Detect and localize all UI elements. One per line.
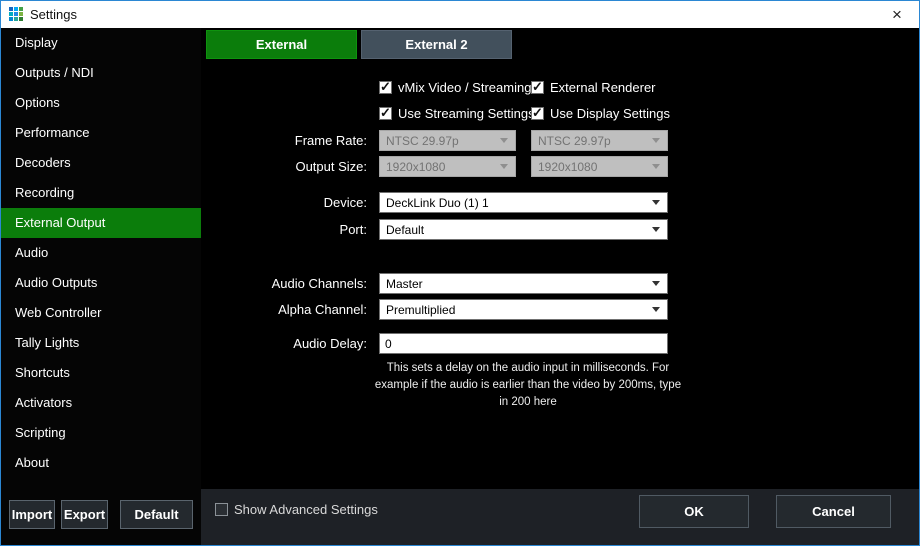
tab-external-2[interactable]: External 2 [361, 30, 512, 59]
select-value: Master [386, 277, 423, 291]
sidebar-item-scripting[interactable]: Scripting [1, 418, 201, 448]
chevron-down-icon [652, 138, 660, 143]
sidebar-item-shortcuts[interactable]: Shortcuts [1, 358, 201, 388]
checkbox-label: External Renderer [550, 80, 656, 95]
import-button[interactable]: Import [9, 500, 55, 529]
footer-bar: Show Advanced Settings OK Cancel [201, 489, 919, 545]
cancel-button[interactable]: Cancel [776, 495, 891, 528]
vmix-video-streaming-checkbox[interactable]: vMix Video / Streaming [379, 80, 531, 95]
sidebar-item-activators[interactable]: Activators [1, 388, 201, 418]
checkbox-label: Show Advanced Settings [234, 502, 378, 517]
frame-rate-select-2[interactable]: NTSC 29.97p [531, 130, 668, 151]
audio-channels-label: Audio Channels: [201, 273, 367, 294]
audio-delay-input[interactable] [379, 333, 668, 354]
default-button[interactable]: Default [120, 500, 193, 529]
select-value: NTSC 29.97p [538, 134, 611, 148]
select-value: Premultiplied [386, 303, 455, 317]
checkbox-checked-icon [531, 81, 544, 94]
sidebar-item-external-output[interactable]: External Output [1, 208, 201, 238]
ok-button[interactable]: OK [639, 495, 749, 528]
sidebar-item-outputs-ndi[interactable]: Outputs / NDI [1, 58, 201, 88]
sidebar-item-about[interactable]: About [1, 448, 201, 478]
sidebar-item-decoders[interactable]: Decoders [1, 148, 201, 178]
sidebar-item-performance[interactable]: Performance [1, 118, 201, 148]
chevron-down-icon [500, 164, 508, 169]
export-button[interactable]: Export [61, 500, 108, 529]
select-value: DeckLink Duo (1) 1 [386, 196, 489, 210]
sidebar-item-web-controller[interactable]: Web Controller [1, 298, 201, 328]
show-advanced-settings-checkbox[interactable]: Show Advanced Settings [215, 502, 378, 517]
select-value: 1920x1080 [386, 160, 445, 174]
checkbox-checked-icon [531, 107, 544, 120]
vmix-logo-icon [9, 7, 24, 22]
frame-rate-label: Frame Rate: [201, 130, 367, 151]
settings-window: Settings × Display Outputs / NDI Options… [0, 0, 920, 546]
chevron-down-icon [652, 164, 660, 169]
select-value: 1920x1080 [538, 160, 597, 174]
sidebar-item-display[interactable]: Display [1, 28, 201, 58]
chevron-down-icon [652, 281, 660, 286]
checkbox-label: vMix Video / Streaming [398, 80, 531, 95]
audio-delay-label: Audio Delay: [201, 333, 367, 354]
external-renderer-checkbox[interactable]: External Renderer [531, 80, 656, 95]
select-value: NTSC 29.97p [386, 134, 459, 148]
sidebar-item-audio[interactable]: Audio [1, 238, 201, 268]
alpha-channel-label: Alpha Channel: [201, 299, 367, 320]
tab-external[interactable]: External [206, 30, 357, 59]
checkbox-label: Use Display Settings [550, 106, 670, 121]
checkbox-checked-icon [379, 81, 392, 94]
select-value: Default [386, 223, 424, 237]
sidebar-item-options[interactable]: Options [1, 88, 201, 118]
use-streaming-settings-checkbox[interactable]: Use Streaming Settings [379, 106, 535, 121]
alpha-channel-select[interactable]: Premultiplied [379, 299, 668, 320]
sidebar-item-tally-lights[interactable]: Tally Lights [1, 328, 201, 358]
chevron-down-icon [652, 227, 660, 232]
output-size-label: Output Size: [201, 156, 367, 177]
sidebar: Display Outputs / NDI Options Performanc… [1, 28, 201, 545]
close-icon[interactable]: × [875, 1, 919, 28]
chevron-down-icon [500, 138, 508, 143]
checkbox-checked-icon [379, 107, 392, 120]
output-size-select-1[interactable]: 1920x1080 [379, 156, 516, 177]
port-select[interactable]: Default [379, 219, 668, 240]
chevron-down-icon [652, 307, 660, 312]
port-label: Port: [201, 219, 367, 240]
checkbox-unchecked-icon [215, 503, 228, 516]
chevron-down-icon [652, 200, 660, 205]
frame-rate-select-1[interactable]: NTSC 29.97p [379, 130, 516, 151]
device-label: Device: [201, 192, 367, 213]
audio-delay-help-text: This sets a delay on the audio input in … [371, 360, 685, 411]
sidebar-item-audio-outputs[interactable]: Audio Outputs [1, 268, 201, 298]
window-title: Settings [30, 7, 77, 22]
output-size-select-2[interactable]: 1920x1080 [531, 156, 668, 177]
checkbox-label: Use Streaming Settings [398, 106, 535, 121]
sidebar-item-recording[interactable]: Recording [1, 178, 201, 208]
titlebar: Settings × [1, 1, 919, 28]
use-display-settings-checkbox[interactable]: Use Display Settings [531, 106, 670, 121]
device-select[interactable]: DeckLink Duo (1) 1 [379, 192, 668, 213]
audio-channels-select[interactable]: Master [379, 273, 668, 294]
